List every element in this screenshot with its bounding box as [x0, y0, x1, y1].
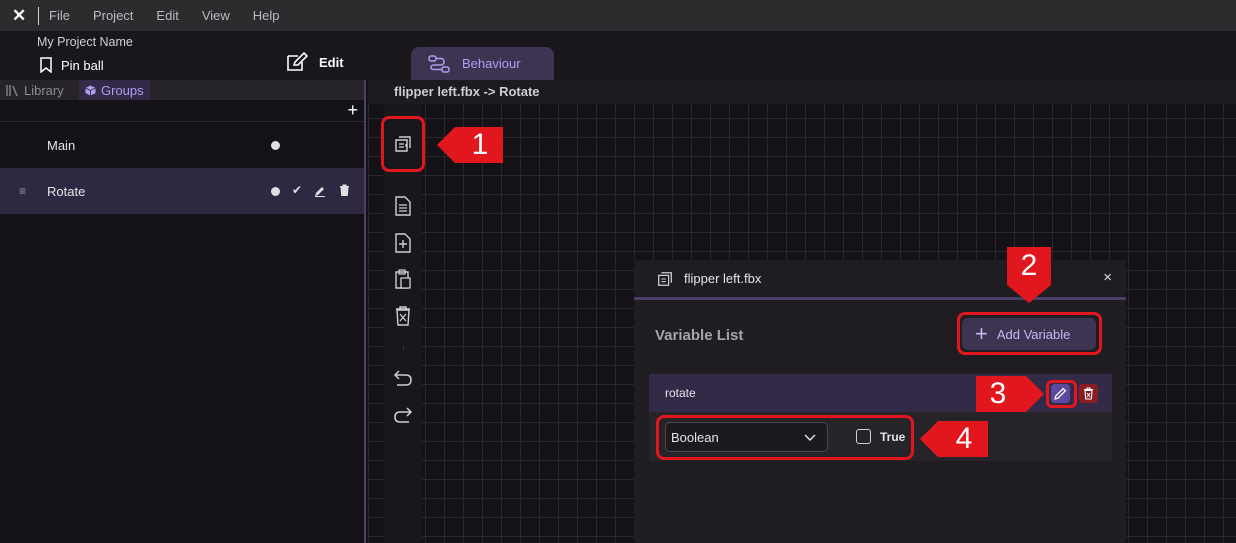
panel-toolbar: + [0, 100, 364, 122]
groups-panel: Library Groups + Main ≡ Rotate ✔ [0, 80, 366, 543]
callout-2: 2 [1020, 249, 1038, 282]
menu-file[interactable]: File [49, 8, 70, 23]
library-icon [6, 84, 18, 96]
cube-icon [85, 84, 96, 96]
tab-groups[interactable]: Groups [79, 80, 150, 100]
trash-icon[interactable] [339, 184, 350, 196]
menu-edit[interactable]: Edit [156, 8, 178, 23]
tab-behaviour[interactable]: Behaviour [411, 47, 554, 80]
menu-view[interactable]: View [202, 8, 230, 23]
undo-icon[interactable] [393, 368, 413, 388]
delete-icon[interactable] [393, 306, 413, 326]
highlight-box-3 [1046, 380, 1077, 408]
bookmark-icon [40, 57, 52, 73]
check-icon[interactable]: ✔ [292, 183, 302, 197]
panel-tabs: Library Groups [0, 80, 364, 100]
file-name-item[interactable]: Pin ball [40, 57, 104, 73]
tab-groups-label: Groups [101, 82, 144, 98]
callout-1: 1 [471, 128, 489, 161]
drag-handle-icon[interactable]: ≡ [19, 184, 26, 198]
tab-edit[interactable]: Edit [286, 52, 344, 72]
flow-icon [428, 54, 450, 73]
menu-bar: ✕ File Project Edit View Help [0, 0, 1236, 31]
group-label: Rotate [47, 183, 86, 199]
variable-name: rotate [665, 386, 696, 400]
app-logo-icon: ✕ [12, 5, 27, 25]
group-label: Main [47, 137, 76, 153]
edit-pencil-icon [287, 52, 308, 71]
close-button[interactable]: × [1103, 269, 1112, 286]
menu-help[interactable]: Help [253, 8, 280, 23]
delete-variable-button[interactable] [1079, 384, 1098, 403]
highlight-box-2 [957, 312, 1102, 355]
project-name: My Project Name [37, 35, 133, 49]
tab-behaviour-label: Behaviour [462, 56, 521, 71]
variables-icon [658, 272, 672, 286]
trash-icon [1084, 387, 1093, 400]
tab-edit-label: Edit [319, 54, 344, 70]
status-dot-icon [271, 187, 280, 196]
rename-icon[interactable] [314, 185, 326, 197]
add-group-button[interactable]: + [347, 101, 358, 119]
group-row-rotate[interactable]: ≡ Rotate ✔ [0, 168, 364, 214]
redo-icon[interactable] [393, 405, 413, 425]
menu-project[interactable]: Project [93, 8, 133, 23]
status-dot-icon [271, 141, 280, 150]
paste-icon[interactable] [393, 269, 413, 289]
document-icon[interactable] [393, 196, 413, 216]
highlight-box-4 [656, 415, 914, 460]
file-name: Pin ball [61, 57, 104, 73]
add-document-icon[interactable] [393, 233, 413, 253]
callout-3: 3 [989, 377, 1007, 410]
breadcrumb: flipper left.fbx -> Rotate [368, 80, 1236, 104]
highlight-box-1 [381, 116, 425, 172]
project-header: My Project Name Pin ball Edit Behaviour [0, 31, 1236, 80]
tab-library[interactable]: Library [0, 80, 79, 100]
tab-library-label: Library [24, 82, 64, 98]
dialog-title: flipper left.fbx [684, 271, 762, 286]
callout-4: 4 [955, 422, 973, 455]
group-row-main[interactable]: Main [0, 122, 364, 168]
menu-divider [38, 6, 39, 25]
section-title: Variable List [655, 327, 744, 344]
toolbar-divider [403, 345, 404, 350]
